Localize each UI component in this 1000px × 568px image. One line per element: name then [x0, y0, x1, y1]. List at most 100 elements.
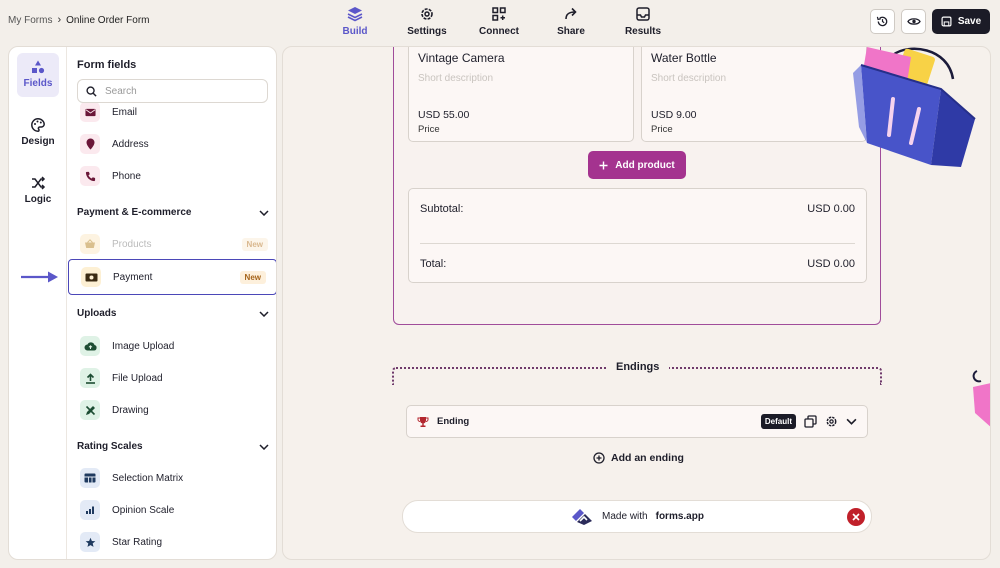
cash-icon: [81, 267, 101, 287]
field-file-upload[interactable]: File Upload: [68, 363, 276, 393]
mail-icon: [80, 102, 100, 122]
chevron-down-icon: [259, 209, 269, 216]
rail-design-label: Design: [21, 136, 55, 147]
field-products[interactable]: Products New: [68, 229, 276, 259]
new-badge: New: [241, 237, 268, 251]
field-star-rating[interactable]: Star Rating: [68, 527, 276, 557]
history-button[interactable]: [870, 9, 895, 34]
tab-settings-label: Settings: [407, 26, 447, 37]
ending-tools: Default: [760, 414, 857, 429]
save-button[interactable]: Save: [932, 9, 990, 34]
basket-icon: [80, 234, 100, 254]
field-address[interactable]: Address: [68, 129, 276, 159]
tab-settings[interactable]: Settings: [392, 6, 462, 37]
close-banner-button[interactable]: [847, 508, 865, 526]
field-selection-matrix-label: Selection Matrix: [112, 472, 184, 484]
endings-title: Endings: [606, 361, 670, 373]
tab-connect[interactable]: Connect: [464, 6, 534, 37]
tab-results-label: Results: [624, 26, 662, 37]
product-price: USD 9.00: [651, 109, 697, 121]
field-image-upload[interactable]: Image Upload: [68, 331, 276, 361]
eye-icon: [906, 18, 921, 25]
field-payment-label: Payment: [113, 271, 153, 283]
left-panel: Fields Design Logic Form fields Email Ad…: [8, 46, 277, 560]
form-canvas: Vintage Camera Short description USD 55.…: [282, 46, 991, 560]
ending-label: Ending: [437, 416, 470, 427]
top-actions: Save: [870, 9, 990, 34]
totals-box: Subtotal: USD 0.00 Total: USD 0.00: [408, 188, 867, 283]
section-uploads[interactable]: Uploads: [77, 308, 269, 319]
rail-fields-label: Fields: [23, 78, 53, 89]
rail-fields[interactable]: Fields: [17, 53, 59, 97]
save-button-label: Save: [957, 16, 982, 27]
product-description: Short description: [651, 73, 727, 84]
price-tag-illustration-icon: [972, 370, 990, 427]
chevron-down-icon: [259, 443, 269, 450]
payment-field-card[interactable]: Vintage Camera Short description USD 55.…: [393, 47, 881, 325]
chevron-down-icon: [259, 310, 269, 317]
field-file-upload-label: File Upload: [112, 372, 163, 384]
section-rating[interactable]: Rating Scales: [77, 441, 269, 452]
matrix-icon: [80, 468, 100, 488]
fields-list: Form fields Email Address Phone Payment …: [68, 47, 276, 559]
phone-icon: [80, 166, 100, 186]
field-email-label: Email: [112, 106, 138, 118]
made-with-banner[interactable]: Made with forms.app: [402, 500, 872, 533]
chevron-down-icon[interactable]: [846, 418, 857, 425]
upload-icon: [80, 368, 100, 388]
add-product-button[interactable]: Add product: [588, 151, 686, 179]
plus-icon: [599, 161, 608, 169]
shapes-icon: [32, 60, 45, 74]
close-icon: [852, 513, 860, 521]
top-bar: My Forms › Online Order Form Build Setti…: [0, 0, 1000, 44]
palette-icon: [31, 118, 45, 132]
tab-results[interactable]: Results: [608, 6, 678, 37]
product-name: Vintage Camera: [418, 51, 505, 65]
shopping-basket-illustration-icon: [853, 47, 976, 167]
add-product-label: Add product: [615, 159, 675, 171]
rail-design[interactable]: Design: [17, 111, 59, 155]
tab-build[interactable]: Build: [320, 6, 390, 37]
fields-title: Form fields: [77, 59, 137, 71]
add-ending-label: Add an ending: [611, 452, 684, 464]
section-payment[interactable]: Payment & E-commerce: [77, 207, 269, 218]
star-icon: [80, 532, 100, 552]
rail-logic[interactable]: Logic: [17, 169, 59, 213]
gear-icon: [421, 8, 433, 20]
section-uploads-title: Uploads: [77, 308, 117, 319]
field-phone[interactable]: Phone: [68, 161, 276, 191]
product-card[interactable]: Vintage Camera Short description USD 55.…: [408, 47, 634, 142]
rail-logic-label: Logic: [24, 194, 52, 205]
field-drawing[interactable]: Drawing: [68, 395, 276, 425]
brand-name: forms.app: [655, 511, 704, 522]
product-card[interactable]: Water Bottle Short description USD 9.00 …: [641, 47, 867, 142]
field-image-upload-label: Image Upload: [112, 340, 175, 352]
history-icon: [876, 16, 888, 27]
inbox-icon: [636, 7, 650, 21]
search-input[interactable]: [105, 85, 255, 97]
duplicate-icon[interactable]: [804, 415, 817, 428]
tab-share[interactable]: Share: [536, 6, 606, 37]
field-opinion-scale[interactable]: Opinion Scale: [68, 495, 276, 525]
product-price-label: Price: [651, 124, 673, 135]
subtotal-row: Subtotal: USD 0.00: [420, 203, 855, 215]
shuffle-icon: [32, 176, 46, 190]
field-drawing-label: Drawing: [112, 404, 149, 416]
search-icon: [86, 85, 97, 97]
field-payment[interactable]: Payment New: [68, 259, 276, 295]
subtotal-label: Subtotal:: [420, 203, 464, 215]
field-address-label: Address: [112, 138, 149, 150]
totals-divider: [420, 243, 855, 244]
field-opinion-scale-label: Opinion Scale: [112, 504, 175, 516]
add-ending-button[interactable]: Add an ending: [593, 452, 684, 464]
left-rail: Fields Design Logic: [9, 47, 67, 559]
tab-share-label: Share: [557, 26, 585, 37]
search-box: [77, 79, 268, 103]
cloud-upload-icon: [80, 336, 100, 356]
plus-circle-icon: [593, 452, 605, 464]
field-selection-matrix[interactable]: Selection Matrix: [68, 463, 276, 493]
ending-item[interactable]: Ending Default: [406, 405, 868, 438]
share-icon: [565, 7, 577, 20]
preview-button[interactable]: [901, 9, 926, 34]
gear-icon[interactable]: [825, 415, 838, 428]
